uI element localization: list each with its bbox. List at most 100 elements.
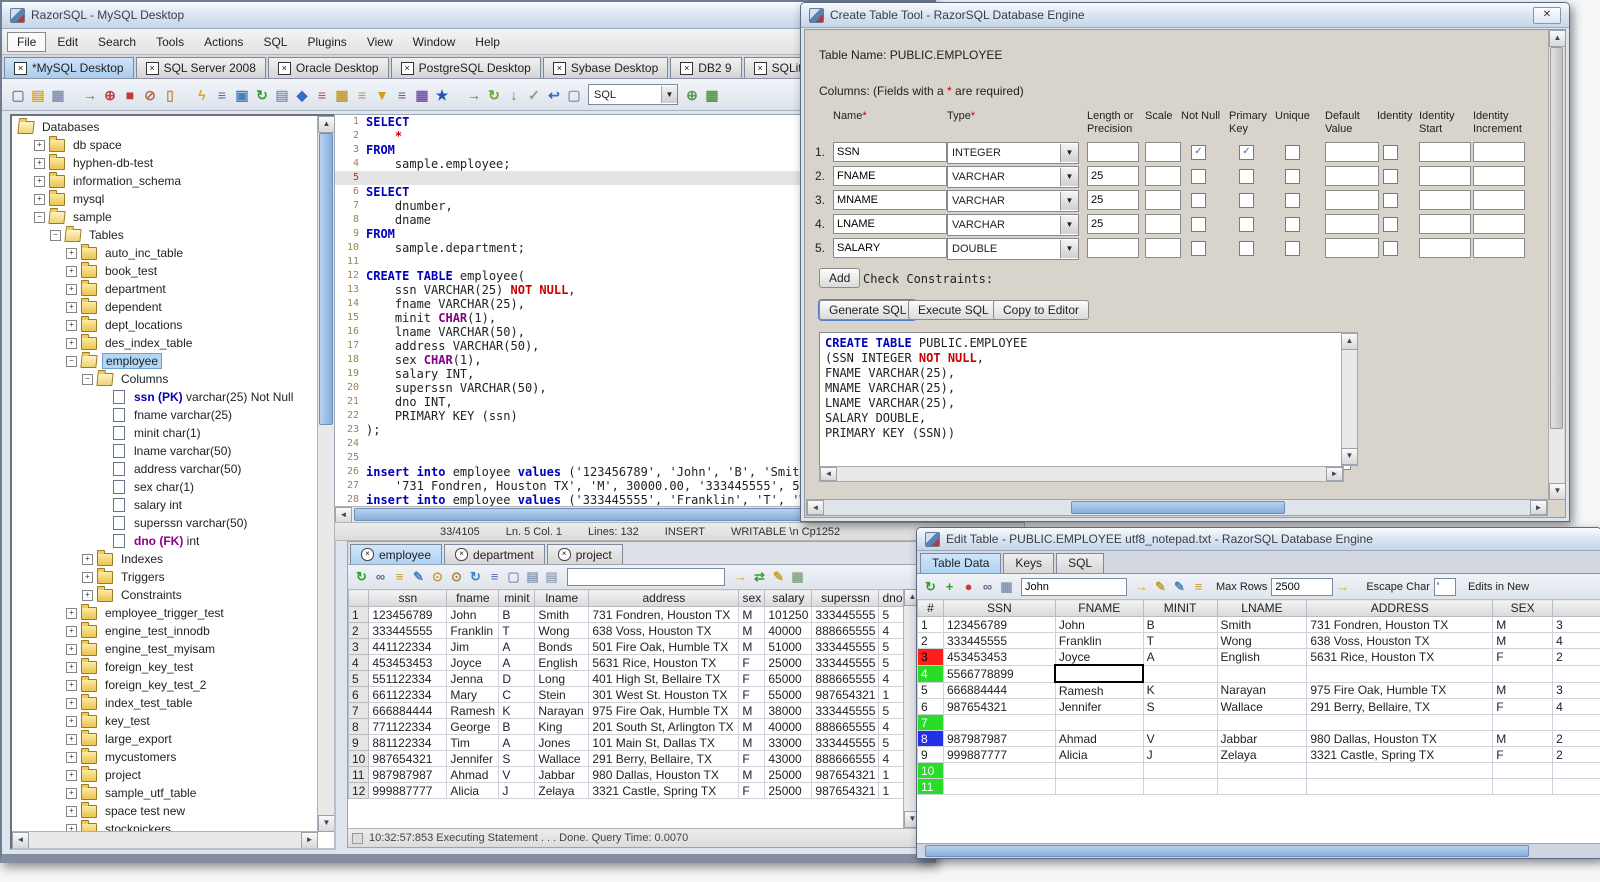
tree-item-ssn-column[interactable]: ssn (PK) varchar(25) Not Null [14, 388, 318, 406]
identity-checkbox[interactable] [1383, 169, 1398, 184]
length-input[interactable] [1087, 142, 1139, 162]
result-row[interactable]: 9 881122334 Tim A Jones 101 Main St, Dallas T… [348, 734, 907, 751]
not-null-checkbox[interactable] [1191, 217, 1206, 232]
default-value-input[interactable] [1325, 190, 1379, 210]
column-header-superssn[interactable]: superssn [811, 589, 880, 607]
diamond-icon[interactable]: ◆ [292, 85, 312, 105]
result-row[interactable]: 5 551122334 Jenna D Long 401 High St, Bellair… [348, 670, 907, 687]
scroll-thumb[interactable] [1071, 501, 1285, 514]
copy-icon[interactable]: ▤ [523, 567, 542, 587]
key-icon[interactable]: ⊙ [428, 567, 447, 587]
expand-icon[interactable]: + [66, 337, 77, 349]
cell[interactable] [1142, 664, 1218, 683]
scroll-thumb[interactable] [925, 845, 1529, 857]
column-header-minit[interactable]: MINIT [1142, 599, 1218, 617]
tree-item-foreign-key-test-2[interactable]: + foreign_key_test_2 [14, 675, 318, 694]
result-row[interactable]: 11 987987987 Ahmad V Jabbar 980 Dallas, Houst… [348, 766, 907, 783]
view-icon[interactable]: ∞ [371, 567, 390, 587]
close-tab-icon[interactable]: × [361, 548, 374, 561]
scale-input[interactable] [1145, 166, 1181, 186]
cell[interactable]: Joyce [1054, 648, 1144, 666]
add-column-button[interactable]: Add [819, 268, 861, 288]
not-null-checkbox[interactable] [1191, 169, 1206, 184]
close-tab-icon[interactable]: × [557, 548, 571, 561]
column-header-lname[interactable]: lname [534, 589, 590, 607]
length-input[interactable] [1087, 214, 1139, 234]
cell[interactable] [1306, 714, 1494, 731]
expand-icon[interactable]: + [66, 283, 77, 295]
refresh-cycle-icon[interactable]: ↻ [484, 85, 504, 105]
expand-icon[interactable]: + [66, 661, 77, 673]
sort-lines-icon[interactable]: ≡ [352, 85, 372, 105]
tree-item-hyphen-db-test[interactable]: + hyphen-db-test [14, 153, 318, 172]
tree-item-mysql[interactable]: + mysql [14, 189, 318, 208]
refresh-data-icon[interactable]: ↻ [466, 567, 485, 587]
cell[interactable]: 2 [1552, 730, 1600, 747]
column-name-input[interactable] [833, 142, 947, 162]
scroll-up-icon[interactable]: ▲ [1341, 333, 1358, 350]
cell[interactable] [1142, 714, 1218, 731]
tree-item-foreign-key-test[interactable]: + foreign_key_test [14, 657, 318, 676]
table-key-icon[interactable]: ▦ [412, 85, 432, 105]
expand-icon[interactable]: + [34, 175, 45, 187]
checklist-icon[interactable]: ≡ [212, 85, 232, 105]
result-row[interactable]: 4 453453453 Joyce A English 5631 Rice, Housto… [348, 654, 907, 671]
identity-start-input[interactable] [1419, 190, 1471, 210]
open-folder-icon[interactable]: ▤ [28, 85, 48, 105]
chevron-down-icon[interactable]: ▼ [1060, 216, 1078, 234]
cell[interactable]: S [1142, 698, 1218, 715]
unique-checkbox[interactable] [1285, 145, 1300, 160]
menu-plugins[interactable]: Plugins [298, 33, 355, 51]
edit-table-row[interactable]: 1 123456789 John B Smith 731 Fondren, Houston… [917, 616, 1600, 633]
cell[interactable]: Zelaya [1216, 746, 1308, 763]
identity-start-input[interactable] [1419, 214, 1471, 234]
menu-file[interactable]: File [7, 31, 47, 52]
sql-vertical-scrollbar[interactable]: ▲ ▼ [1341, 332, 1358, 466]
execute-sql-button[interactable]: Execute SQL [908, 300, 999, 320]
tree-scroll-thumb[interactable] [319, 133, 333, 425]
connect-icon[interactable]: → [80, 85, 100, 105]
scroll-left-icon[interactable]: ◄ [12, 832, 29, 848]
generate-sql-button[interactable]: Generate SQL [819, 300, 917, 320]
format-icon[interactable]: ≡ [392, 85, 412, 105]
close-tab-icon[interactable]: × [277, 61, 291, 75]
column-type-select[interactable]: VARCHAR ▼ [947, 214, 1079, 236]
menu-sql[interactable]: SQL [254, 33, 296, 51]
edit-horizontal-scrollbar[interactable] [917, 843, 1600, 858]
cell[interactable]: Ahmad [1054, 730, 1144, 747]
tree-item-sample-utf-table[interactable]: + sample_utf_table [14, 783, 318, 802]
close-tab-icon[interactable]: × [552, 61, 566, 75]
unique-checkbox[interactable] [1285, 217, 1300, 232]
tree-item-constraints[interactable]: + Constraints [14, 585, 318, 604]
tree-item-department[interactable]: + department [14, 279, 318, 298]
cell[interactable]: 333445555 [942, 632, 1056, 649]
default-value-input[interactable] [1325, 166, 1379, 186]
edit-sql-icon[interactable]: ✎ [769, 567, 788, 587]
tree-item-information-schema[interactable]: + information_schema [14, 171, 318, 190]
results-tab-project[interactable]: × project [546, 544, 623, 564]
cell[interactable]: 3321 Castle, Spring TX [1306, 746, 1494, 763]
edit-table-row[interactable]: 4 5566778899 [917, 664, 1600, 683]
unique-checkbox[interactable] [1285, 241, 1300, 256]
menu-window[interactable]: Window [404, 33, 465, 51]
column-header-overflow[interactable] [1552, 599, 1600, 617]
edit-table-row[interactable]: 5 666884444 Ramesh K Narayan 975 Fire Oak, Hu… [917, 681, 1600, 699]
cell[interactable]: 731 Fondren, Houston TX [1306, 616, 1494, 633]
column-type-select[interactable]: DOUBLE ▼ [947, 238, 1079, 260]
scroll-right-icon[interactable]: ► [1530, 500, 1547, 515]
tree-item-auto-inc-table[interactable]: + auto_inc_table [14, 243, 318, 262]
tree-item-engine-test-myisam[interactable]: + engine_test_myisam [14, 639, 318, 658]
save-icon[interactable]: ▦ [48, 85, 68, 105]
cell[interactable] [1054, 714, 1144, 731]
results-search-input[interactable] [567, 568, 725, 586]
identity-start-input[interactable] [1419, 238, 1471, 258]
reconnect-icon[interactable]: ⊘ [140, 85, 160, 105]
expand-icon[interactable]: + [66, 247, 77, 259]
favorites-star-icon[interactable]: ★ [432, 85, 452, 105]
connection-tab-db2-9[interactable]: × DB2 9 [670, 57, 742, 78]
expand-icon[interactable]: + [66, 265, 77, 277]
expand-icon[interactable]: + [66, 625, 77, 637]
column-name-input[interactable] [833, 238, 947, 258]
expand-icon[interactable]: + [66, 643, 77, 655]
unique-checkbox[interactable] [1285, 193, 1300, 208]
